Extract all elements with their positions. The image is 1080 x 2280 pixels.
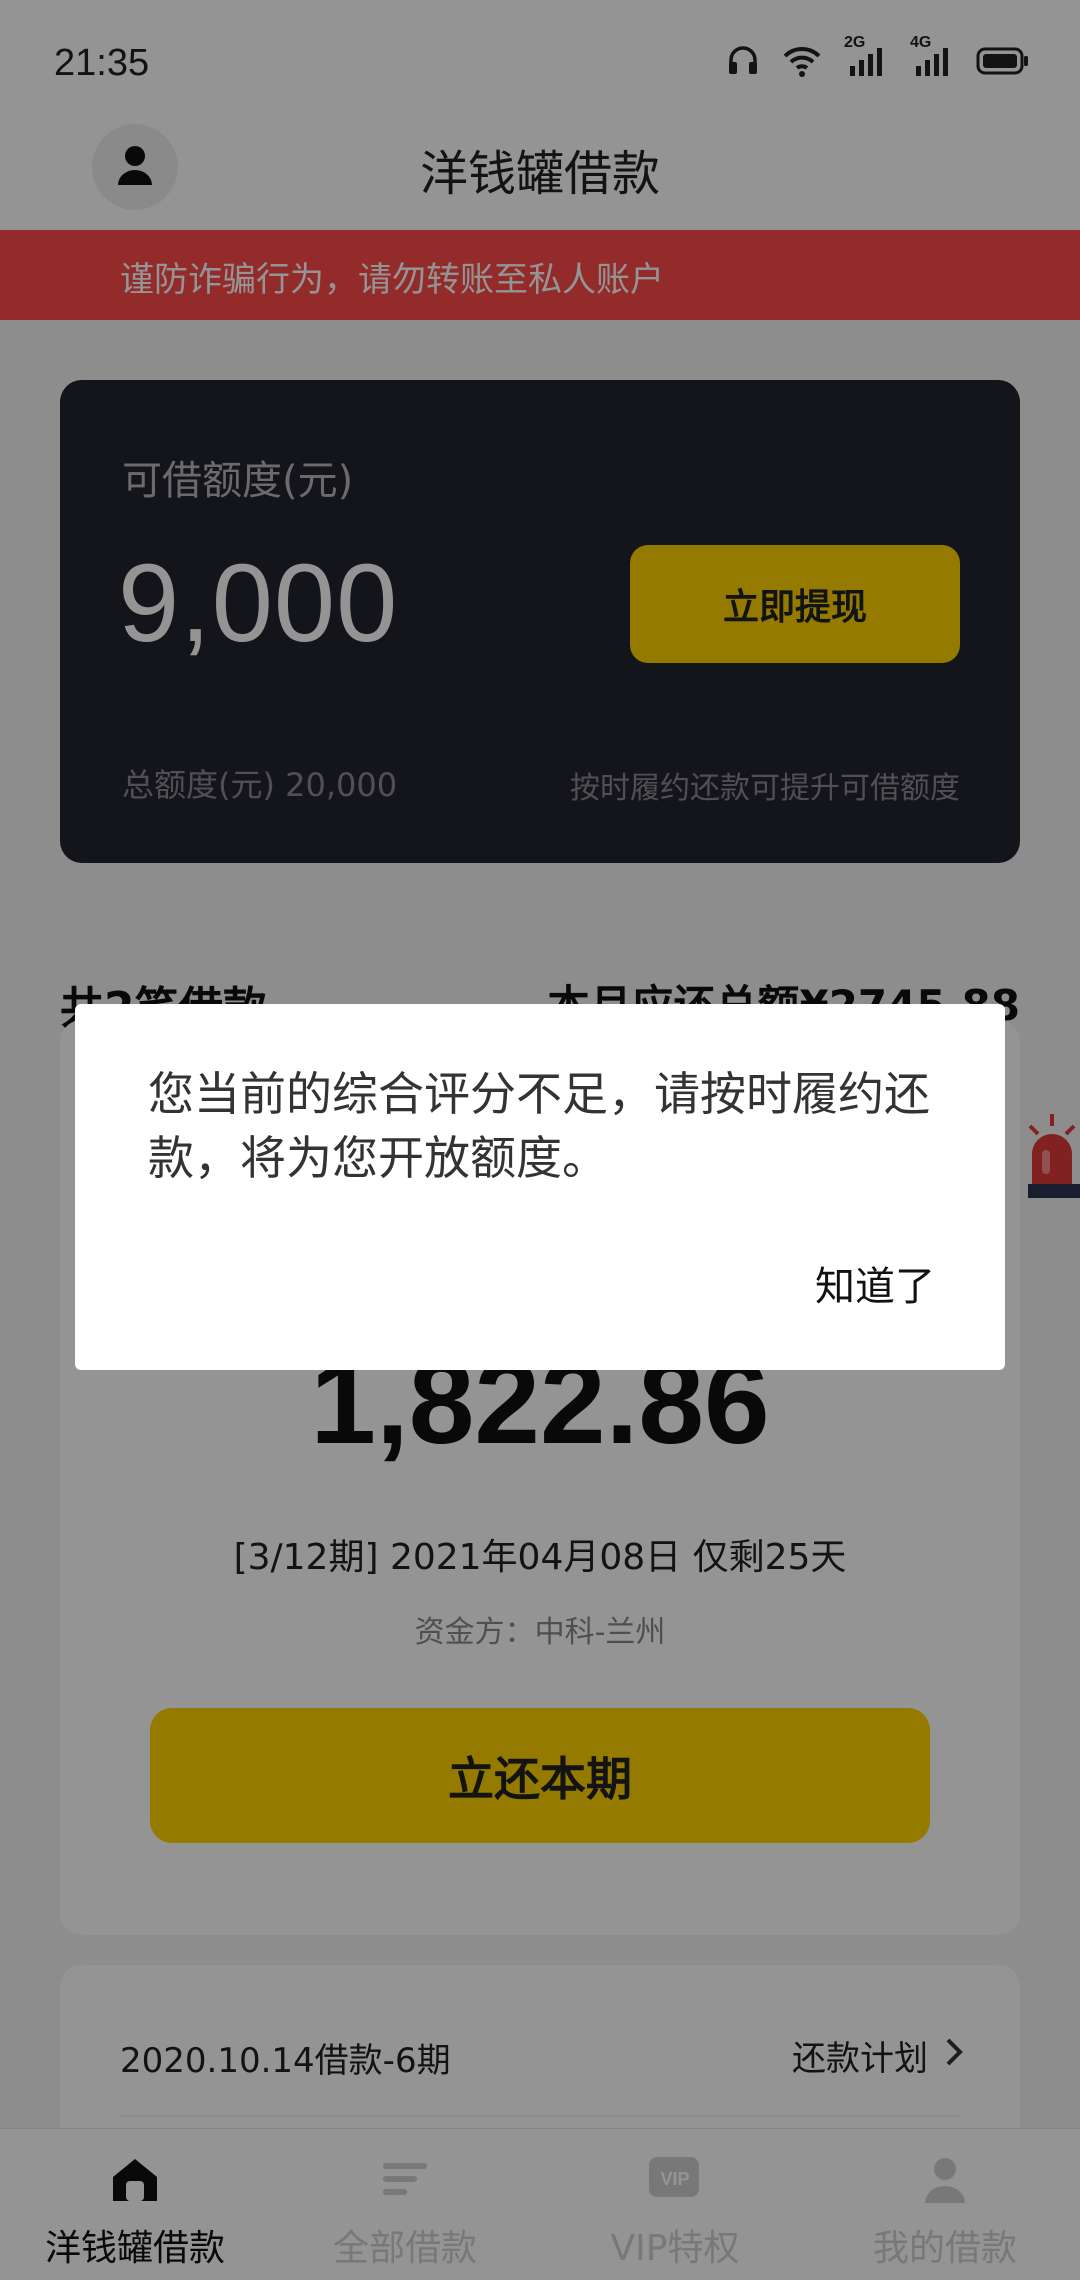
alert-dialog: 您当前的综合评分不足，请按时履约还款，将为您开放额度。 知道了 [75,1004,1005,1370]
dialog-ok-button[interactable]: 知道了 [815,1254,935,1312]
app-root: 21:35 2G 4G 洋钱罐借款 谨防诈骗行为，请勿转账至私人账户 可借额度(… [0,0,1080,2280]
dialog-message: 您当前的综合评分不足，请按时履约还款，将为您开放额度。 [148,1067,930,1185]
